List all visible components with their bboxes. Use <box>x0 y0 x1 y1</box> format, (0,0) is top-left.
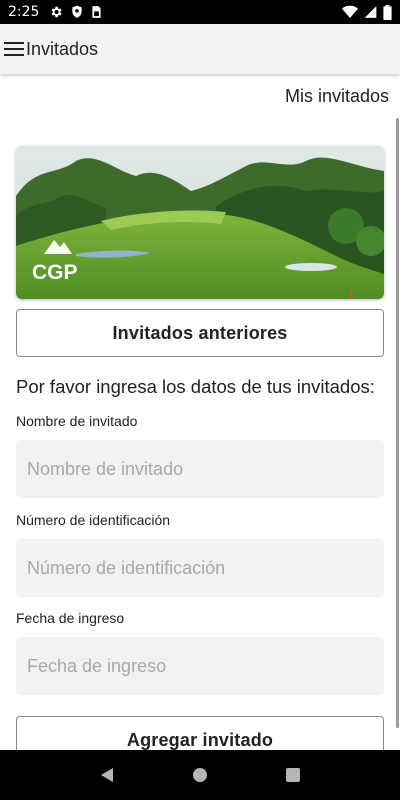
gear-icon <box>49 5 63 19</box>
add-guest-button[interactable]: Agregar invitado <box>16 716 384 750</box>
golf-course-image: CGP <box>16 146 384 299</box>
signal-icon <box>364 5 377 19</box>
status-bar: 2:25 <box>0 0 400 24</box>
main-content[interactable]: Mis invitados CGP Invitados anteriores P… <box>0 74 400 750</box>
wifi-icon <box>342 5 358 19</box>
status-time: 2:25 <box>8 4 40 20</box>
instructions-text: Por favor ingresa los datos de tus invit… <box>16 376 375 397</box>
system-nav-bar <box>0 750 400 800</box>
my-guests-link[interactable]: Mis invitados <box>285 86 389 107</box>
guest-name-label: Nombre de invitado <box>16 413 138 429</box>
id-number-label: Número de identificación <box>16 512 171 528</box>
entry-date-label: Fecha de ingreso <box>16 610 125 626</box>
guest-name-input[interactable] <box>16 440 384 498</box>
hamburger-menu-icon[interactable] <box>2 37 26 61</box>
page-title: Invitados <box>26 38 99 59</box>
back-icon[interactable] <box>87 755 127 795</box>
home-icon[interactable] <box>180 755 220 795</box>
previous-guests-button[interactable]: Invitados anteriores <box>16 309 384 357</box>
cgp-logo: CGP <box>32 261 78 284</box>
shield-icon <box>71 5 83 19</box>
recents-icon[interactable] <box>273 755 313 795</box>
entry-date-input[interactable] <box>16 637 384 695</box>
scrollbar[interactable] <box>396 118 399 728</box>
id-number-input[interactable] <box>16 539 384 597</box>
sim-card-icon <box>91 5 102 19</box>
app-bar: Invitados <box>0 24 400 74</box>
battery-icon <box>383 4 392 20</box>
status-icons-left <box>49 5 102 19</box>
status-icons-right <box>342 4 392 20</box>
